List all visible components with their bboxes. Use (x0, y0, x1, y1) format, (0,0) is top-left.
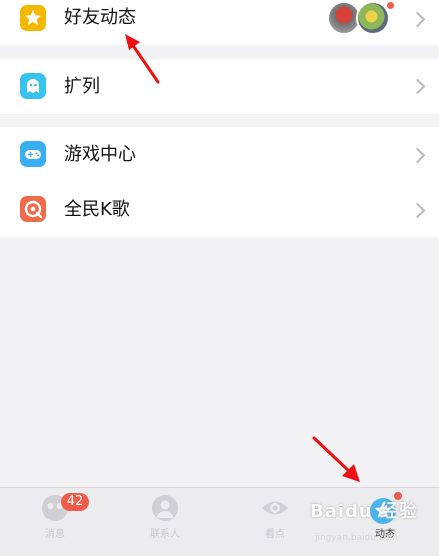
annotation-arrow-top (125, 34, 160, 84)
avatar (356, 1, 390, 35)
expand-label: 扩列 (64, 76, 100, 97)
tab-messages-label: 消息 (45, 529, 65, 540)
karaoke-icon (20, 196, 46, 222)
tab-messages[interactable]: 42 消息 (0, 488, 110, 556)
star-icon (20, 5, 46, 31)
unread-badge: 42 (61, 493, 89, 511)
annotation-arrow-bottom (312, 436, 360, 482)
karaoke-row[interactable]: 全民K歌 (0, 183, 439, 239)
game-center-label: 游戏中心 (64, 144, 136, 165)
watermark-brand: Baidu 经验 (310, 501, 419, 522)
expand-row[interactable]: 扩列 (0, 59, 439, 114)
tab-watch-label: 看点 (265, 529, 285, 540)
notice-dot (387, 2, 394, 9)
karaoke-label: 全民K歌 (64, 199, 130, 220)
friends-feed-row[interactable]: 好友动态 (0, 0, 439, 45)
tab-contacts-label: 联系人 (150, 529, 180, 540)
chevron-right-icon (409, 147, 426, 164)
menu-group-expand: 扩列 (0, 59, 439, 114)
person-icon (151, 494, 179, 522)
eye-icon (261, 494, 289, 522)
watermark-url: jingyan.baidu.com (315, 533, 399, 543)
game-center-row[interactable]: 游戏中心 (0, 127, 439, 183)
menu-group-friends: 好友动态 (0, 0, 439, 45)
chevron-right-icon (409, 78, 426, 95)
menu-group-apps: 游戏中心 全民K歌 (0, 127, 439, 237)
ghost-icon (20, 73, 46, 99)
chevron-right-icon (409, 202, 426, 219)
tab-contacts[interactable]: 联系人 (110, 488, 220, 556)
chevron-right-icon (409, 11, 426, 28)
friends-feed-label: 好友动态 (64, 7, 136, 28)
gamepad-icon (20, 141, 46, 167)
